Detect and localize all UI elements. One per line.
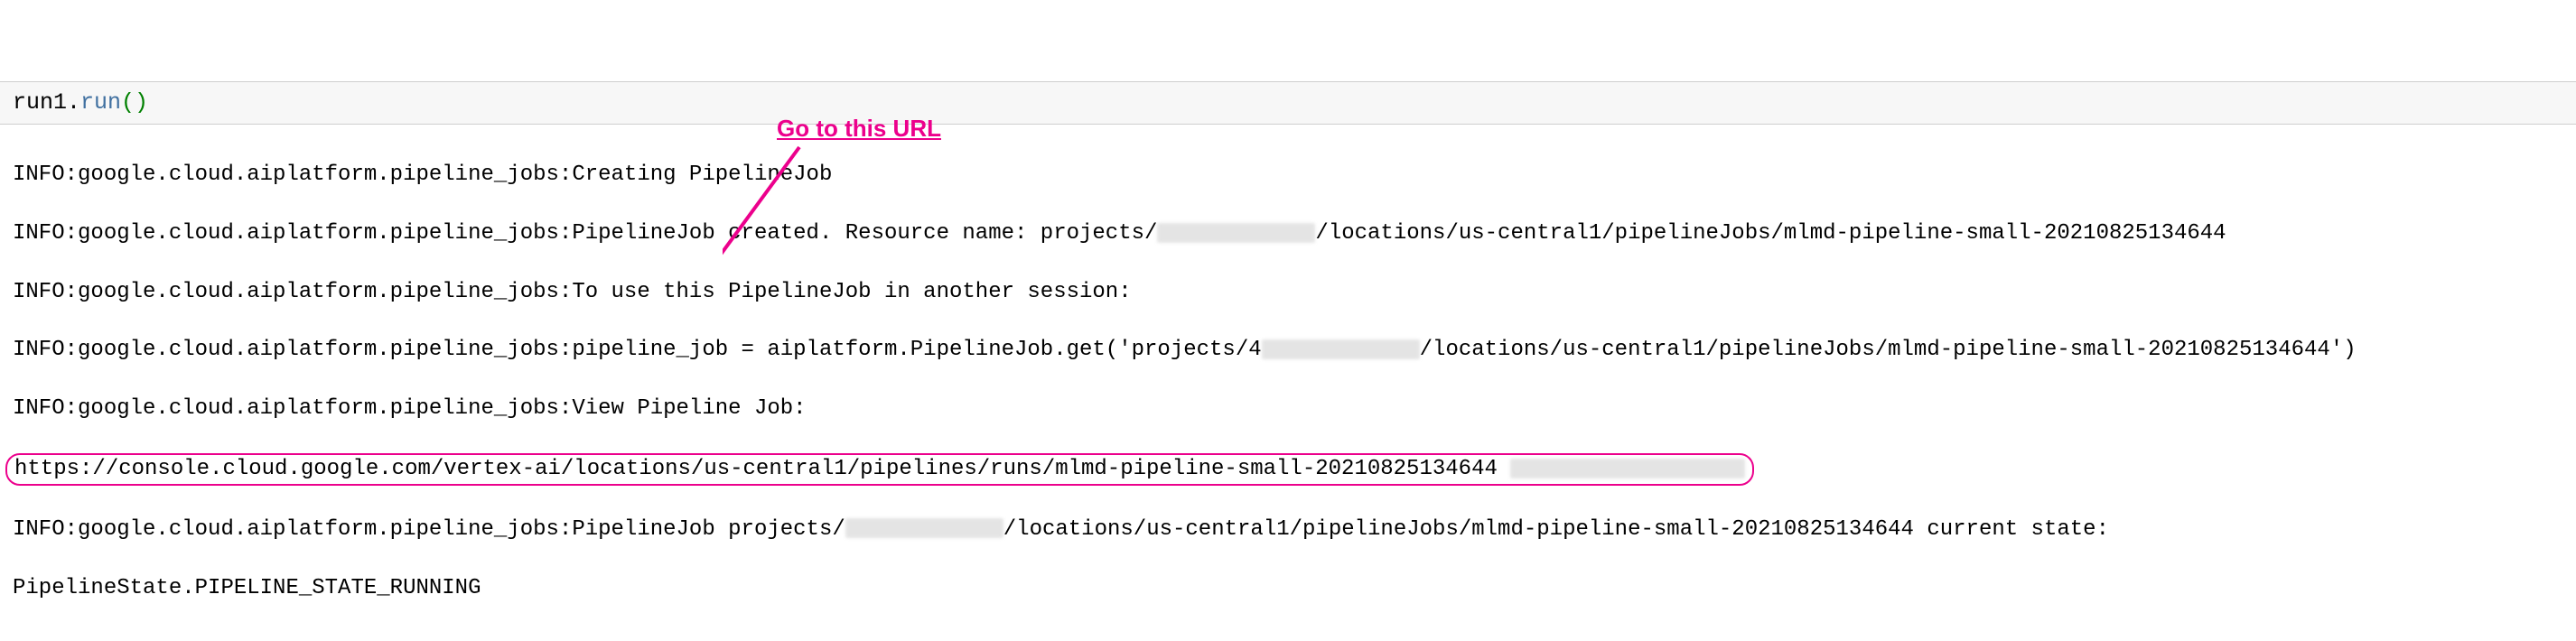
log-prefix: INFO:google.cloud.aiplatform.pipeline_jo… [13, 221, 572, 246]
log-prefix: INFO:google.cloud.aiplatform.pipeline_jo… [13, 396, 572, 421]
pipeline-console-url[interactable]: https://console.cloud.google.com/vertex-… [14, 457, 1498, 481]
log-prefix: INFO:google.cloud.aiplatform.pipeline_jo… [13, 280, 572, 304]
log-msg: View Pipeline Job: [572, 396, 806, 421]
log-line-3: INFO:google.cloud.aiplatform.pipeline_jo… [13, 278, 2563, 307]
log-msg: /locations/us-central1/pipelineJobs/mlmd… [1315, 221, 2226, 246]
log-msg: /locations/us-central1/pipelineJobs/mlmd… [1420, 338, 2357, 362]
log-line-1: INFO:google.cloud.aiplatform.pipeline_jo… [13, 161, 2563, 190]
log-line-2: INFO:google.cloud.aiplatform.pipeline_jo… [13, 219, 2563, 248]
log-line-4: INFO:google.cloud.aiplatform.pipeline_jo… [13, 336, 2563, 365]
log-line-8: PipelineState.PIPELINE_STATE_RUNNING [13, 574, 2563, 603]
code-method: run [80, 89, 121, 116]
log-msg: /locations/us-central1/pipelineJobs/mlmd… [1003, 517, 2109, 542]
redacted-project-id [845, 518, 1003, 538]
redacted-query-suffix [1510, 459, 1745, 478]
log-prefix: INFO:google.cloud.aiplatform.pipeline_jo… [13, 338, 572, 362]
log-state: PipelineState.PIPELINE_STATE_RUNNING [13, 576, 481, 600]
log-line-5: INFO:google.cloud.aiplatform.pipeline_jo… [13, 395, 2563, 423]
log-msg: pipeline_job = aiplatform.PipelineJob.ge… [572, 338, 1261, 362]
log-msg: PipelineJob projects/ [572, 517, 845, 542]
redacted-project-id [1262, 339, 1420, 359]
code-object: run1 [13, 89, 67, 116]
log-msg: PipelineJob created. Resource name: proj… [572, 221, 1157, 246]
highlighted-url-container: https://console.cloud.google.com/vertex-… [5, 453, 1754, 486]
log-line-7: INFO:google.cloud.aiplatform.pipeline_jo… [13, 516, 2563, 544]
log-msg: To use this PipelineJob in another sessi… [572, 280, 1131, 304]
log-prefix: INFO:google.cloud.aiplatform.pipeline_jo… [13, 517, 572, 542]
log-msg: Creating PipelineJob [572, 163, 832, 187]
redacted-project-id [1157, 223, 1315, 243]
log-prefix: INFO:google.cloud.aiplatform.pipeline_jo… [13, 163, 572, 187]
code-parens: () [121, 89, 148, 116]
code-input-cell: run1.run() [0, 81, 2576, 125]
output-log: INFO:google.cloud.aiplatform.pipeline_jo… [0, 128, 2576, 641]
log-line-url: https://console.cloud.google.com/vertex-… [13, 453, 2563, 486]
